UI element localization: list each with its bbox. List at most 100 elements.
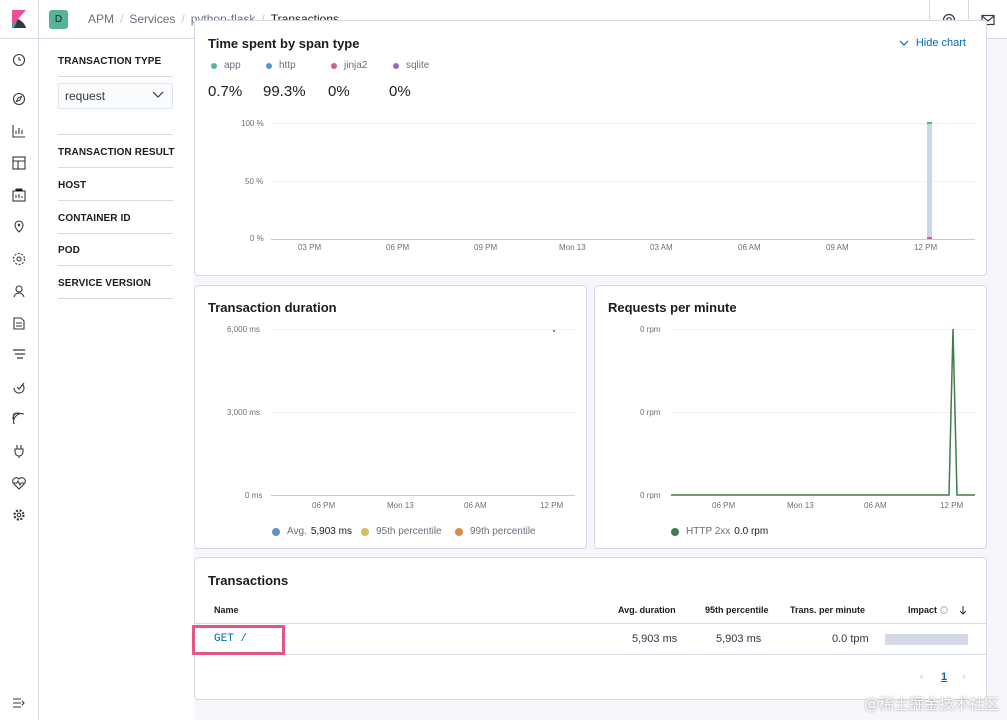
col-tpm[interactable]: Trans. per minute bbox=[790, 605, 865, 615]
legend-label: Avg. bbox=[287, 526, 307, 537]
legend-label: app bbox=[224, 60, 241, 71]
x-tick: 06 AM bbox=[738, 243, 761, 252]
row-p95: 5,903 ms bbox=[716, 633, 762, 645]
x-tick: 09 PM bbox=[474, 243, 498, 252]
apm-icon[interactable] bbox=[10, 346, 28, 364]
info-icon bbox=[940, 606, 948, 614]
filter-container-id[interactable]: CONTAINER ID bbox=[58, 213, 131, 224]
x-tick: 06 PM bbox=[386, 243, 410, 252]
collapse-nav-icon[interactable] bbox=[10, 694, 28, 712]
transactions-title: Transactions bbox=[208, 573, 289, 588]
col-p95[interactable]: 95th percentile bbox=[705, 605, 769, 615]
y-tick: 6,000 ms bbox=[227, 325, 260, 334]
filter-service-version[interactable]: SERVICE VERSION bbox=[58, 278, 151, 289]
transaction-type-select[interactable]: request bbox=[58, 83, 173, 109]
next-page-icon[interactable]: › bbox=[962, 671, 966, 683]
divider bbox=[58, 233, 173, 234]
x-tick: 03 PM bbox=[298, 243, 322, 252]
breadcrumb-apm[interactable]: APM bbox=[88, 12, 114, 26]
span-type-panel: Time spent by span type Hide chart app h… bbox=[194, 20, 987, 276]
legend-sqlite[interactable]: sqlite bbox=[393, 60, 429, 71]
legend-swatch bbox=[211, 62, 217, 69]
infrastructure-icon[interactable] bbox=[10, 282, 28, 300]
divider bbox=[58, 265, 173, 266]
prev-page-icon[interactable]: ‹ bbox=[920, 671, 924, 683]
dashboard-icon[interactable] bbox=[10, 154, 28, 172]
divider bbox=[58, 134, 173, 135]
legend-label: jinja2 bbox=[344, 60, 368, 71]
header-divider bbox=[195, 623, 986, 624]
y-tick: 0 rpm bbox=[640, 491, 661, 500]
legend-jinja2[interactable]: jinja2 bbox=[331, 60, 367, 71]
gridline bbox=[271, 329, 575, 330]
col-impact[interactable]: Impact bbox=[908, 605, 968, 615]
x-axis-line bbox=[271, 239, 975, 240]
legend-app[interactable]: app bbox=[211, 60, 241, 71]
transaction-duration-panel: Transaction duration 6,000 ms 3,000 ms 0… bbox=[194, 285, 587, 549]
management-gear-icon[interactable] bbox=[10, 506, 28, 524]
canvas-icon[interactable] bbox=[10, 186, 28, 204]
filter-sidebar: TRANSACTION TYPE request TRANSACTION RES… bbox=[39, 39, 194, 720]
highlight-annotation bbox=[192, 625, 285, 655]
chevron-down-icon bbox=[899, 40, 909, 46]
y-tick: 100 % bbox=[241, 119, 264, 128]
app-percent: 0.7% bbox=[208, 83, 243, 100]
row-tpm: 0.0 tpm bbox=[832, 633, 869, 645]
legend-value: 5,903 ms bbox=[310, 526, 352, 537]
http-span-area bbox=[927, 124, 932, 239]
legend-p95[interactable]: 95th percentile bbox=[361, 526, 442, 537]
legend-swatch bbox=[266, 62, 272, 69]
filter-transaction-result[interactable]: TRANSACTION RESULT bbox=[58, 147, 175, 158]
impact-bar bbox=[885, 634, 968, 645]
maps-icon[interactable] bbox=[10, 218, 28, 236]
legend-label: sqlite bbox=[406, 60, 430, 71]
y-tick: 50 % bbox=[245, 177, 264, 186]
sqlite-percent: 0% bbox=[389, 83, 411, 100]
space-avatar[interactable]: D bbox=[49, 9, 68, 29]
col-name[interactable]: Name bbox=[214, 605, 239, 615]
gridline bbox=[271, 412, 575, 413]
row-avg-duration: 5,903 ms bbox=[632, 633, 678, 645]
breadcrumb-separator: / bbox=[120, 12, 124, 26]
recent-icon[interactable] bbox=[10, 51, 28, 69]
scroll-clip bbox=[194, 20, 1007, 39]
y-tick: 0 ms bbox=[245, 491, 263, 500]
http-2xx-series-line bbox=[671, 328, 975, 496]
legend-http[interactable]: http bbox=[266, 60, 296, 71]
filter-host[interactable]: HOST bbox=[58, 180, 86, 191]
watermark: @稀土掘金技术社区 bbox=[863, 695, 999, 713]
siem-icon[interactable] bbox=[10, 410, 28, 428]
x-tick: 03 AM bbox=[650, 243, 673, 252]
x-tick: 06 AM bbox=[464, 501, 487, 510]
jinja2-span-marker bbox=[927, 237, 932, 239]
divider bbox=[58, 298, 173, 299]
x-tick: Mon 13 bbox=[787, 501, 814, 510]
transaction-type-label: TRANSACTION TYPE bbox=[58, 56, 162, 67]
col-avg-duration[interactable]: Avg. duration bbox=[618, 605, 676, 615]
legend-value: 0.0 rpm bbox=[734, 526, 769, 537]
divider bbox=[58, 76, 173, 77]
avg-duration-point bbox=[553, 330, 555, 332]
dev-tools-icon[interactable] bbox=[10, 442, 28, 460]
logs-icon[interactable] bbox=[10, 314, 28, 332]
legend-http-2xx[interactable]: HTTP 2xx 0.0 rpm bbox=[671, 526, 768, 537]
col-impact-label: Impact bbox=[908, 605, 938, 615]
kibana-logo[interactable] bbox=[0, 0, 39, 39]
duration-chart-title: Transaction duration bbox=[208, 300, 337, 315]
legend-p99[interactable]: 99th percentile bbox=[455, 526, 536, 537]
uptime-icon[interactable] bbox=[10, 378, 28, 396]
x-tick: 12 PM bbox=[940, 501, 964, 510]
legend-avg[interactable]: Avg. 5,903 ms bbox=[272, 526, 352, 537]
http-percent: 99.3% bbox=[263, 83, 306, 100]
visualize-icon[interactable] bbox=[10, 122, 28, 140]
ml-icon[interactable] bbox=[10, 250, 28, 268]
rpm-chart-title: Requests per minute bbox=[608, 300, 737, 315]
discover-icon[interactable] bbox=[10, 90, 28, 108]
breadcrumb-separator: / bbox=[181, 12, 185, 26]
page-1-button[interactable]: 1 bbox=[941, 671, 947, 683]
filter-pod[interactable]: POD bbox=[58, 245, 80, 256]
breadcrumb-services[interactable]: Services bbox=[129, 12, 175, 26]
monitoring-icon[interactable] bbox=[10, 474, 28, 492]
jinja2-percent: 0% bbox=[328, 83, 350, 100]
sort-descending-icon bbox=[959, 606, 967, 615]
